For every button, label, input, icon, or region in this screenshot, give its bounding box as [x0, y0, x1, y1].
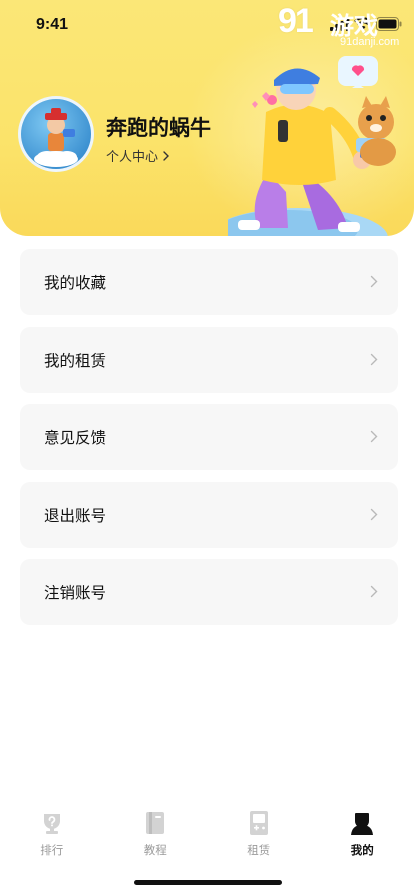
settings-menu: 我的收藏 我的租赁 意见反馈 退出账号 注销账号: [20, 249, 398, 637]
tab-ranking[interactable]: 排行: [0, 800, 104, 864]
menu-item-label: 退出账号: [44, 506, 107, 525]
home-indicator: [134, 880, 282, 885]
menu-item-label: 我的租赁: [44, 351, 107, 370]
menu-item-label: 我的收藏: [44, 274, 107, 292]
tab-label: 排行: [40, 843, 64, 857]
watermark-url: 91danji.com: [340, 36, 400, 48]
menu-item-logout[interactable]: 退出账号: [20, 481, 398, 548]
menu-item-label: 意见反馈: [44, 429, 107, 447]
gamepad-icon: [249, 811, 268, 835]
ranking-icon: [43, 814, 60, 834]
menu-item-my-rentals[interactable]: 我的租赁: [20, 326, 398, 393]
chevron-right-icon: [370, 430, 378, 443]
profile-center-link[interactable]: 个人中心: [106, 146, 170, 165]
tab-mine[interactable]: 我的: [311, 800, 414, 864]
menu-item-feedback[interactable]: 意见反馈: [20, 404, 398, 470]
chevron-right-icon: [163, 150, 170, 161]
profile-header: 9:41 91 游戏 91danji.com 奔跑的蜗牛 个人中心: [0, 0, 414, 236]
chevron-right-icon: [370, 508, 378, 520]
watermark-logo: 91: [278, 2, 314, 40]
menu-item-label: 注销账号: [44, 584, 107, 602]
menu-item-favorites[interactable]: 我的收藏: [20, 249, 398, 315]
profile-icon: [351, 813, 374, 835]
username: 奔跑的蜗牛: [106, 116, 211, 140]
tab-label: 我的: [350, 843, 374, 857]
menu-item-delete-account[interactable]: 注销账号: [20, 559, 398, 625]
avatar-image: [34, 108, 78, 167]
tab-label: 教程: [143, 843, 167, 857]
header-illustration: [228, 56, 396, 236]
book-icon: [146, 812, 165, 834]
tab-label: 租赁: [247, 843, 271, 857]
chevron-right-icon: [370, 275, 378, 288]
chevron-right-icon: [370, 585, 378, 598]
profile-center-label: 个人中心: [106, 150, 159, 165]
tab-tutorial[interactable]: 教程: [104, 800, 208, 864]
tab-bar: 排行 教程 租赁 我的: [0, 800, 414, 864]
avatar[interactable]: [18, 96, 94, 172]
watermark: 91 游戏 91danji.com: [278, 2, 408, 54]
status-time: 9:41: [36, 16, 69, 33]
tab-rental[interactable]: 租赁: [207, 800, 311, 864]
chevron-right-icon: [370, 353, 378, 365]
